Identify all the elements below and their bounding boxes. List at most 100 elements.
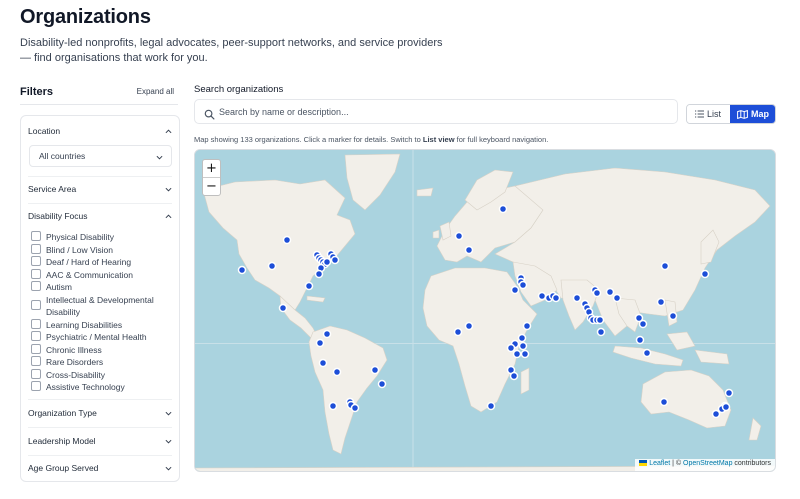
- map-marker[interactable]: [464, 321, 474, 331]
- search-input[interactable]: [219, 100, 669, 123]
- map-marker[interactable]: [318, 358, 328, 368]
- checkbox[interactable]: [31, 231, 41, 241]
- map-marker[interactable]: [498, 204, 508, 214]
- map-marker[interactable]: [612, 293, 622, 303]
- leaflet-link[interactable]: Leaflet: [649, 460, 670, 467]
- organization-type-toggle[interactable]: Organization Type: [28, 408, 172, 422]
- disability-focus-toggle[interactable]: Disability Focus: [28, 211, 172, 225]
- map-marker[interactable]: [322, 257, 332, 267]
- location-toggle[interactable]: Location: [28, 126, 172, 140]
- openstreetmap-link[interactable]: OpenStreetMap: [683, 460, 732, 467]
- map-marker[interactable]: [315, 338, 325, 348]
- map-marker[interactable]: [605, 287, 615, 297]
- checkbox[interactable]: [31, 343, 41, 354]
- map-marker[interactable]: [668, 311, 678, 321]
- map-marker[interactable]: [350, 403, 360, 413]
- map-marker[interactable]: [638, 319, 648, 329]
- map-marker[interactable]: [520, 349, 530, 359]
- map-marker[interactable]: [537, 291, 547, 301]
- focus-option-physical[interactable]: Physical Disability: [31, 230, 171, 242]
- country-select-value: All countries: [39, 151, 86, 161]
- checkbox[interactable]: [31, 356, 41, 366]
- map-marker[interactable]: [595, 315, 605, 325]
- focus-option-assistive[interactable]: Assistive Technology: [31, 380, 171, 392]
- disability-focus-label: Disability Focus: [28, 211, 88, 221]
- focus-option-chronic[interactable]: Chronic Illness: [31, 343, 171, 355]
- map-marker[interactable]: [518, 280, 528, 290]
- map-marker[interactable]: [332, 367, 342, 377]
- map-marker[interactable]: [592, 288, 602, 298]
- map-marker[interactable]: [635, 335, 645, 345]
- zoom-in-button[interactable]: +: [203, 160, 220, 178]
- map-marker[interactable]: [642, 348, 652, 358]
- map-marker[interactable]: [282, 235, 292, 245]
- map-marker[interactable]: [330, 255, 340, 265]
- map-marker[interactable]: [700, 269, 710, 279]
- focus-option-blind[interactable]: Blind / Low Vision: [31, 243, 171, 255]
- map-container[interactable]: + − Leaflet | © OpenStreetMap contributo…: [194, 149, 776, 472]
- map-marker[interactable]: [660, 261, 670, 271]
- focus-option-cross[interactable]: Cross-Disability: [31, 368, 171, 380]
- map-marker[interactable]: [486, 401, 496, 411]
- checkbox[interactable]: [31, 381, 41, 391]
- leadership-model-toggle[interactable]: Leadership Model: [28, 436, 172, 450]
- checkbox[interactable]: [31, 281, 41, 291]
- map-caption-text: for full keyboard navigation.: [454, 135, 549, 144]
- focus-option-learning[interactable]: Learning Disabilities: [31, 318, 171, 330]
- map-marker[interactable]: [509, 371, 519, 381]
- map-marker[interactable]: [711, 409, 721, 419]
- location-label: Location: [28, 126, 61, 136]
- focus-option-rare[interactable]: Rare Disorders: [31, 355, 171, 367]
- service-area-toggle[interactable]: Service Area: [28, 184, 172, 198]
- map-marker[interactable]: [278, 303, 288, 313]
- attribution-separator: | ©: [670, 460, 684, 467]
- map-marker[interactable]: [464, 245, 474, 255]
- map-marker[interactable]: [454, 231, 464, 241]
- attribution-suffix: contributors: [732, 460, 771, 467]
- map-marker[interactable]: [377, 379, 387, 389]
- map-marker[interactable]: [328, 401, 338, 411]
- map-marker[interactable]: [314, 269, 324, 279]
- chevron-down-icon: [156, 153, 163, 163]
- map-view-button[interactable]: Map: [730, 105, 775, 123]
- map-marker[interactable]: [721, 402, 731, 412]
- map-marker[interactable]: [510, 285, 520, 295]
- checkbox[interactable]: [31, 299, 41, 310]
- country-select[interactable]: All countries: [29, 145, 172, 167]
- checkbox[interactable]: [31, 268, 41, 279]
- focus-option-deaf[interactable]: Deaf / Hard of Hearing: [31, 255, 171, 267]
- map-marker[interactable]: [659, 397, 669, 407]
- focus-option-idd[interactable]: Intellectual & Developmental Disability: [31, 293, 171, 318]
- checkbox[interactable]: [31, 318, 41, 329]
- service-area-label: Service Area: [28, 184, 77, 194]
- map-marker[interactable]: [453, 327, 463, 337]
- map-marker[interactable]: [724, 388, 734, 398]
- checkbox[interactable]: [31, 243, 41, 254]
- expand-all-button[interactable]: Expand all: [137, 87, 174, 96]
- list-view-button[interactable]: List: [687, 105, 730, 123]
- map-attribution: Leaflet | © OpenStreetMap contributors: [635, 459, 775, 471]
- map-marker[interactable]: [518, 341, 528, 351]
- age-group-toggle[interactable]: Age Group Served: [28, 463, 172, 477]
- checkbox[interactable]: [31, 368, 41, 379]
- checkbox[interactable]: [31, 331, 41, 341]
- map-marker[interactable]: [656, 297, 666, 307]
- map-marker[interactable]: [304, 281, 314, 291]
- list-view-link[interactable]: List view: [423, 135, 455, 144]
- map-marker[interactable]: [572, 293, 582, 303]
- map-marker[interactable]: [517, 333, 527, 343]
- map-marker[interactable]: [237, 265, 247, 275]
- map-marker[interactable]: [596, 327, 606, 337]
- map-marker[interactable]: [506, 343, 516, 353]
- focus-option-psychiatric[interactable]: Psychiatric / Mental Health: [31, 330, 171, 342]
- map-marker[interactable]: [370, 365, 380, 375]
- map-marker[interactable]: [322, 329, 332, 339]
- map-marker[interactable]: [512, 349, 522, 359]
- zoom-out-button[interactable]: −: [203, 178, 220, 196]
- map-marker[interactable]: [522, 321, 532, 331]
- focus-option-autism[interactable]: Autism: [31, 280, 171, 292]
- map-marker[interactable]: [551, 293, 561, 303]
- checkbox[interactable]: [31, 256, 41, 266]
- map-marker[interactable]: [267, 261, 277, 271]
- focus-option-aac[interactable]: AAC & Communication: [31, 268, 171, 280]
